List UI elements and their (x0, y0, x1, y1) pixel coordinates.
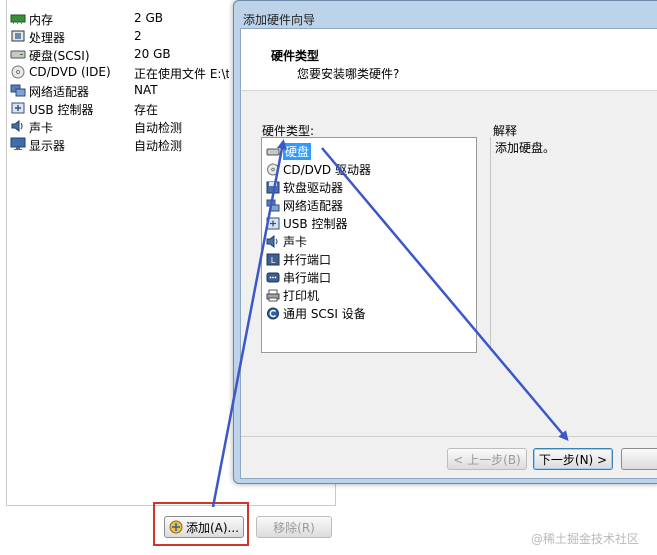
type-item-floppy[interactable]: 软盘驱动器 (266, 178, 343, 196)
device-value: 自动检测 (134, 139, 183, 153)
cd-dvd-icon (267, 163, 279, 175)
type-item-label: 声卡 (283, 234, 308, 249)
type-item-label: 硬盘 (283, 142, 312, 160)
type-item-parallel-port[interactable]: L 并行端口 (266, 250, 331, 268)
device-value: 自动检测 (134, 121, 183, 135)
device-name: 网络适配器 (29, 85, 90, 99)
display-icon (10, 137, 26, 150)
type-item-hard-disk[interactable]: 硬盘 (266, 142, 312, 160)
wizard-header-title: 硬件类型 (271, 49, 320, 63)
type-item-label: 网络适配器 (283, 198, 344, 213)
device-name: USB 控制器 (29, 103, 94, 117)
back-button-label: < 上一步(B) (453, 452, 521, 467)
type-item-sound-card[interactable]: 声卡 (266, 232, 307, 250)
svg-text:L: L (271, 256, 276, 265)
parallel-port-icon: L (266, 253, 280, 265)
column-header-fragment (31, 0, 45, 3)
next-button[interactable]: 下一步(N) > (533, 448, 613, 470)
wizard-header-subtitle: 您要安装哪类硬件? (297, 67, 400, 81)
type-item-printer[interactable]: 打印机 (266, 286, 319, 304)
next-button-label: 下一步(N) > (538, 452, 608, 467)
cancel-button-partial[interactable] (621, 448, 657, 470)
floppy-drive-icon (266, 181, 280, 193)
sound-card-icon (11, 120, 23, 132)
type-item-label: 通用 SCSI 设备 (283, 306, 366, 321)
type-item-usb[interactable]: USB 控制器 (266, 214, 347, 232)
wizard-separator (241, 436, 657, 437)
device-name: CD/DVD (IDE) (29, 65, 111, 79)
serial-port-icon (266, 272, 280, 282)
device-name: 显示器 (29, 139, 66, 153)
type-item-label: 串行端口 (283, 270, 332, 285)
type-item-label: USB 控制器 (283, 216, 348, 231)
device-value: 2 GB (134, 11, 163, 25)
back-button[interactable]: < 上一步(B) (447, 448, 527, 470)
usb-controller-icon (11, 102, 25, 114)
wizard-header: 硬件类型 您要安装哪类硬件? (241, 29, 657, 91)
highlight-box (153, 502, 249, 546)
device-value: 存在 (134, 103, 159, 117)
type-item-scsi-device[interactable]: 通用 SCSI 设备 (266, 304, 366, 322)
wizard-body: 硬件类型 您要安装哪类硬件? 硬件类型: 解释 硬盘 CD/DVD 驱动器 软盘… (240, 28, 657, 479)
processor-icon (11, 30, 25, 42)
cd-dvd-icon (11, 65, 25, 79)
hard-disk-icon (266, 148, 280, 155)
printer-icon (266, 289, 280, 301)
hardware-type-list[interactable]: 硬盘 CD/DVD 驱动器 软盘驱动器 网络适配器 USB 控制器 声卡 L 并… (261, 137, 477, 353)
remove-hardware-button[interactable]: 移除(R) (256, 516, 332, 538)
column-header-fragment (137, 0, 151, 3)
add-hardware-wizard-dialog: 添加硬件向导 硬件类型 您要安装哪类硬件? 硬件类型: 解释 硬盘 CD/DVD… (233, 0, 657, 484)
sound-card-icon (266, 234, 278, 248)
remove-button-label: 移除(R) (273, 520, 315, 535)
scsi-device-icon (267, 307, 279, 319)
device-name: 处理器 (29, 31, 66, 45)
network-adapter-icon (10, 84, 26, 97)
wizard-title: 添加硬件向导 (243, 13, 316, 27)
hard-disk-icon (10, 50, 26, 59)
device-value: 20 GB (134, 47, 171, 61)
type-item-label: 软盘驱动器 (283, 180, 344, 195)
memory-icon (10, 14, 26, 24)
device-value: 2 (134, 29, 142, 43)
type-item-serial-port[interactable]: 串行端口 (266, 268, 331, 286)
type-item-label: CD/DVD 驱动器 (283, 162, 371, 177)
network-adapter-icon (266, 199, 280, 211)
explanation-panel: 添加硬盘。 (490, 137, 657, 351)
device-value: NAT (134, 83, 158, 97)
type-item-label: 打印机 (283, 288, 320, 303)
type-item-label: 并行端口 (283, 252, 332, 267)
usb-controller-icon (266, 217, 280, 229)
type-item-cd-dvd[interactable]: CD/DVD 驱动器 (266, 160, 371, 178)
device-value: 正在使用文件 E:\too (134, 67, 229, 81)
device-name: 声卡 (29, 121, 54, 135)
type-item-network[interactable]: 网络适配器 (266, 196, 343, 214)
explanation-text: 添加硬盘。 (495, 141, 556, 155)
device-name: 内存 (29, 13, 54, 27)
watermark: @稀土掘金技术社区 (530, 532, 639, 546)
device-name: 硬盘(SCSI) (29, 49, 90, 63)
